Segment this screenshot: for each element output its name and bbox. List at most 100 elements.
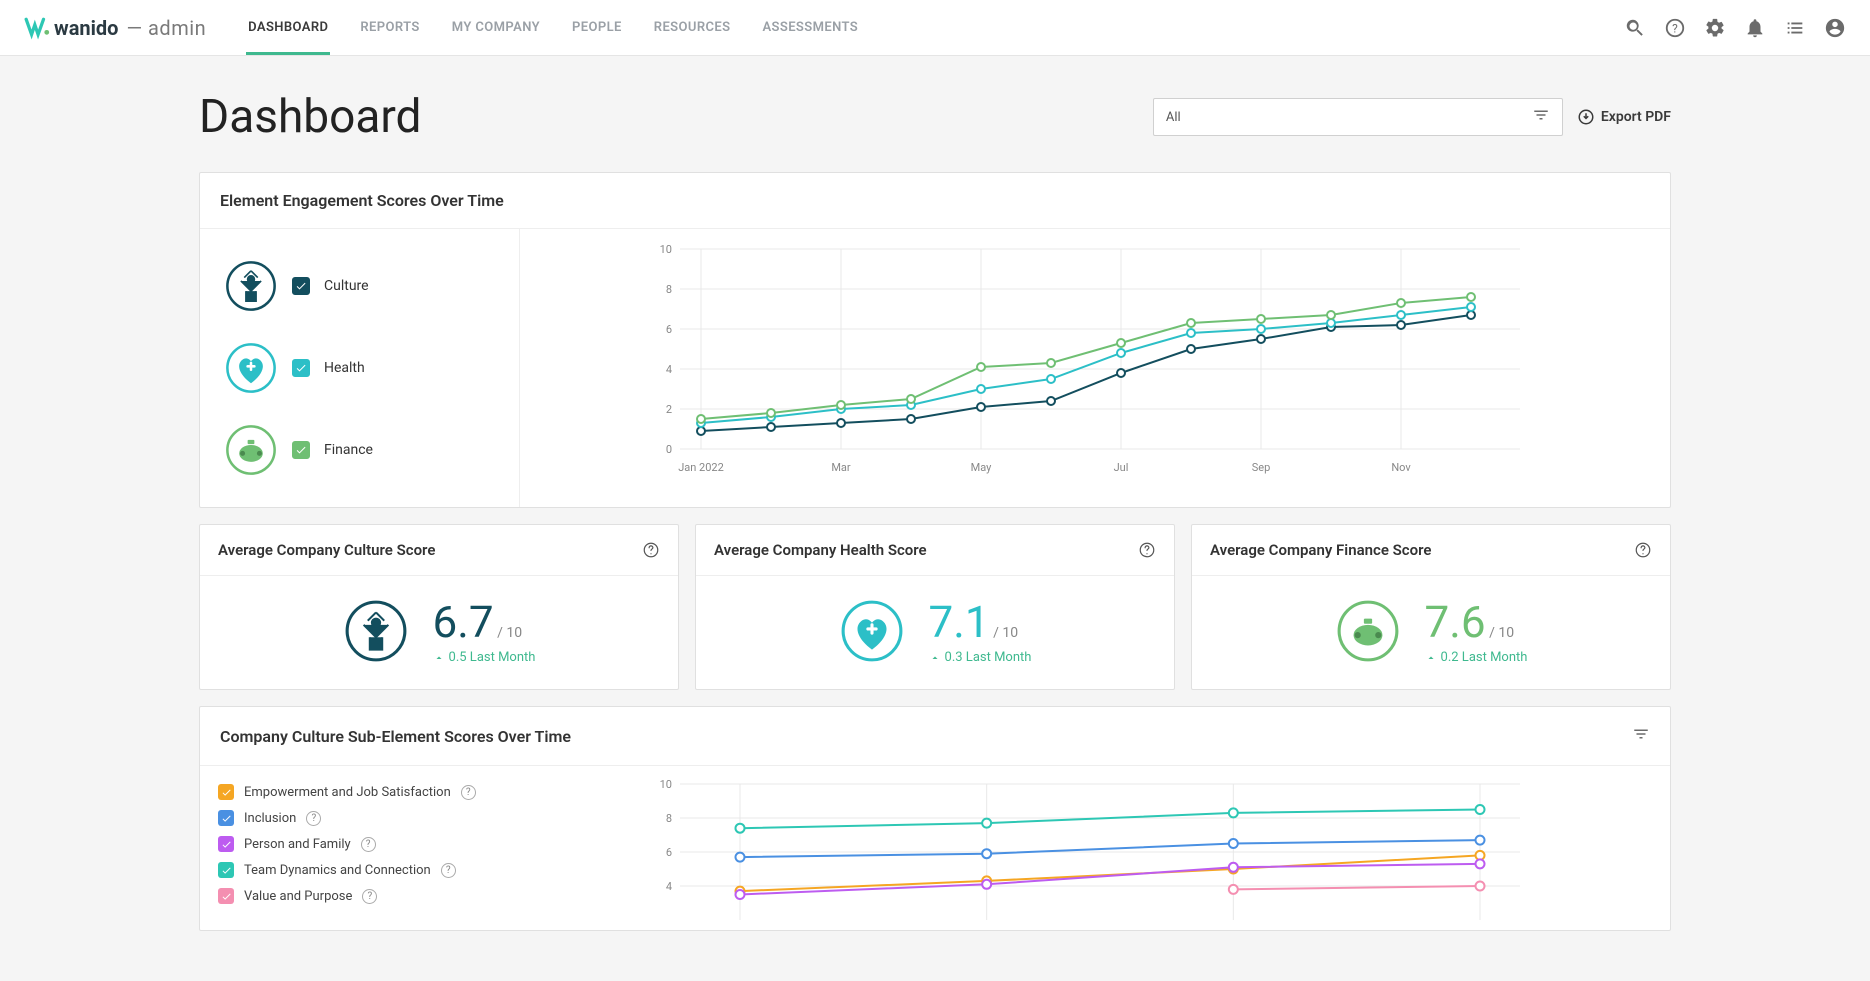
- help-icon[interactable]: ?: [1664, 17, 1686, 39]
- svg-text:?: ?: [1672, 21, 1678, 35]
- sub-legend-label: Person and Family: [244, 837, 351, 852]
- sub-checkbox[interactable]: [218, 862, 234, 878]
- nav-people[interactable]: PEOPLE: [570, 0, 624, 55]
- score-title: Average Company Culture Score: [218, 541, 435, 559]
- main-nav: DASHBOARD REPORTS MY COMPANY PEOPLE RESOURCE…: [246, 0, 860, 55]
- svg-text:Jan 2022: Jan 2022: [678, 461, 724, 474]
- help-icon[interactable]: ?: [441, 863, 456, 878]
- sub-line-chart: 4 6 8 10: [530, 776, 1650, 926]
- engagement-card: Element Engagement Scores Over Time Cult…: [199, 172, 1671, 508]
- finance-icon: [224, 423, 278, 477]
- sub-legend-label: Inclusion: [244, 811, 296, 826]
- engagement-legend: Culture Health Finance: [200, 229, 520, 507]
- svg-text:8: 8: [666, 812, 672, 825]
- nav-dashboard[interactable]: DASHBOARD: [246, 0, 330, 55]
- score-delta: 0.2 Last Month: [1425, 650, 1528, 665]
- sub-chart: 4 6 8 10: [520, 766, 1670, 930]
- list-icon[interactable]: [1784, 17, 1806, 39]
- engagement-card-title: Element Engagement Scores Over Time: [200, 173, 1670, 229]
- sub-legend: Empowerment and Job Satisfaction? Inclusi…: [200, 766, 520, 930]
- legend-finance: Finance: [224, 423, 495, 477]
- svg-text:0: 0: [666, 443, 672, 456]
- score-title: Average Company Health Score: [714, 541, 927, 559]
- svg-text:Nov: Nov: [1391, 461, 1411, 474]
- legend-label: Health: [324, 360, 365, 376]
- svg-text:May: May: [971, 461, 993, 474]
- filter-selected: All: [1166, 110, 1181, 125]
- topbar-actions: ?: [1624, 17, 1846, 39]
- sub-checkbox[interactable]: [218, 888, 234, 904]
- brand-logo[interactable]: wanido: [24, 15, 118, 41]
- legend-checkbox-culture[interactable]: [292, 277, 310, 295]
- sub-checkbox[interactable]: [218, 836, 234, 852]
- score-value: 6.7: [433, 596, 494, 648]
- header-actions: All Export PDF: [1153, 98, 1671, 136]
- score-card-health: Average Company Health Score 7.1 / 10 0.3 …: [695, 524, 1175, 690]
- score-title: Average Company Finance Score: [1210, 541, 1431, 559]
- svg-text:6: 6: [666, 846, 672, 859]
- help-icon[interactable]: ?: [362, 889, 377, 904]
- score-value: 7.6: [1425, 596, 1486, 648]
- engagement-chart: 0246810Jan 2022MarMayJulSepNov: [520, 229, 1670, 507]
- account-icon[interactable]: [1824, 17, 1846, 39]
- topbar: wanido — admin DASHBOARD REPORTS MY COMPAN…: [0, 0, 1870, 56]
- sub-legend-label: Empowerment and Job Satisfaction: [244, 785, 451, 800]
- score-card-culture: Average Company Culture Score 6.7 / 10 0.5…: [199, 524, 679, 690]
- help-icon[interactable]: [642, 541, 660, 559]
- brand-name: wanido: [54, 16, 118, 40]
- sub-legend-item: Person and Family?: [218, 836, 502, 852]
- svg-text:10: 10: [660, 778, 672, 791]
- nav-reports[interactable]: REPORTS: [358, 0, 421, 55]
- sub-legend-label: Value and Purpose: [244, 889, 352, 904]
- culture-icon: [224, 259, 278, 313]
- download-circle-icon: [1577, 108, 1595, 126]
- score-value: 7.1: [929, 596, 990, 648]
- help-icon[interactable]: ?: [306, 811, 321, 826]
- health-icon: [224, 341, 278, 395]
- score-delta: 0.5 Last Month: [433, 650, 536, 665]
- export-pdf-button[interactable]: Export PDF: [1577, 108, 1671, 126]
- svg-text:Mar: Mar: [831, 461, 851, 474]
- score-delta: 0.3 Last Month: [929, 650, 1032, 665]
- sub-checkbox[interactable]: [218, 810, 234, 826]
- notifications-icon[interactable]: [1744, 17, 1766, 39]
- svg-text:4: 4: [666, 880, 672, 893]
- finance-icon: [1335, 598, 1401, 664]
- filter-icon: [1532, 106, 1550, 128]
- search-icon[interactable]: [1624, 17, 1646, 39]
- nav-assessments[interactable]: ASSESSMENTS: [760, 0, 860, 55]
- svg-text:4: 4: [666, 363, 672, 376]
- page: Dashboard All Export PDF Element Engagem…: [175, 56, 1695, 981]
- filter-dropdown[interactable]: All: [1153, 98, 1563, 136]
- score-card-finance: Average Company Finance Score7.6 / 100.2…: [1191, 524, 1671, 690]
- nav-resources[interactable]: RESOURCES: [652, 0, 733, 55]
- legend-label: Culture: [324, 278, 369, 294]
- logo-icon: [24, 15, 50, 41]
- help-icon[interactable]: [1138, 541, 1156, 559]
- score-denom: / 10: [990, 625, 1018, 641]
- svg-text:Jul: Jul: [1114, 461, 1129, 474]
- health-icon: [839, 598, 905, 664]
- legend-checkbox-health[interactable]: [292, 359, 310, 377]
- help-icon[interactable]: ?: [361, 837, 376, 852]
- legend-label: Finance: [324, 442, 373, 458]
- help-icon[interactable]: ?: [461, 785, 476, 800]
- settings-icon[interactable]: [1704, 17, 1726, 39]
- sub-checkbox[interactable]: [218, 784, 234, 800]
- legend-culture: Culture: [224, 259, 495, 313]
- legend-checkbox-finance[interactable]: [292, 441, 310, 459]
- export-label: Export PDF: [1601, 109, 1671, 125]
- sub-card-title: Company Culture Sub-Element Scores Over …: [220, 727, 571, 746]
- nav-my-company[interactable]: MY COMPANY: [450, 0, 542, 55]
- sub-legend-item: Value and Purpose?: [218, 888, 502, 904]
- help-icon[interactable]: [1634, 541, 1652, 559]
- culture-icon: [343, 598, 409, 664]
- sub-filter-icon[interactable]: [1632, 725, 1650, 747]
- engagement-line-chart: 0246810Jan 2022MarMayJulSepNov: [530, 239, 1650, 479]
- svg-text:8: 8: [666, 283, 672, 296]
- score-denom: / 10: [494, 625, 522, 641]
- page-header: Dashboard All Export PDF: [199, 90, 1671, 144]
- topbar-left: wanido — admin DASHBOARD REPORTS MY COMPAN…: [24, 0, 860, 55]
- svg-text:2: 2: [666, 403, 672, 416]
- admin-label: — admin: [126, 16, 206, 40]
